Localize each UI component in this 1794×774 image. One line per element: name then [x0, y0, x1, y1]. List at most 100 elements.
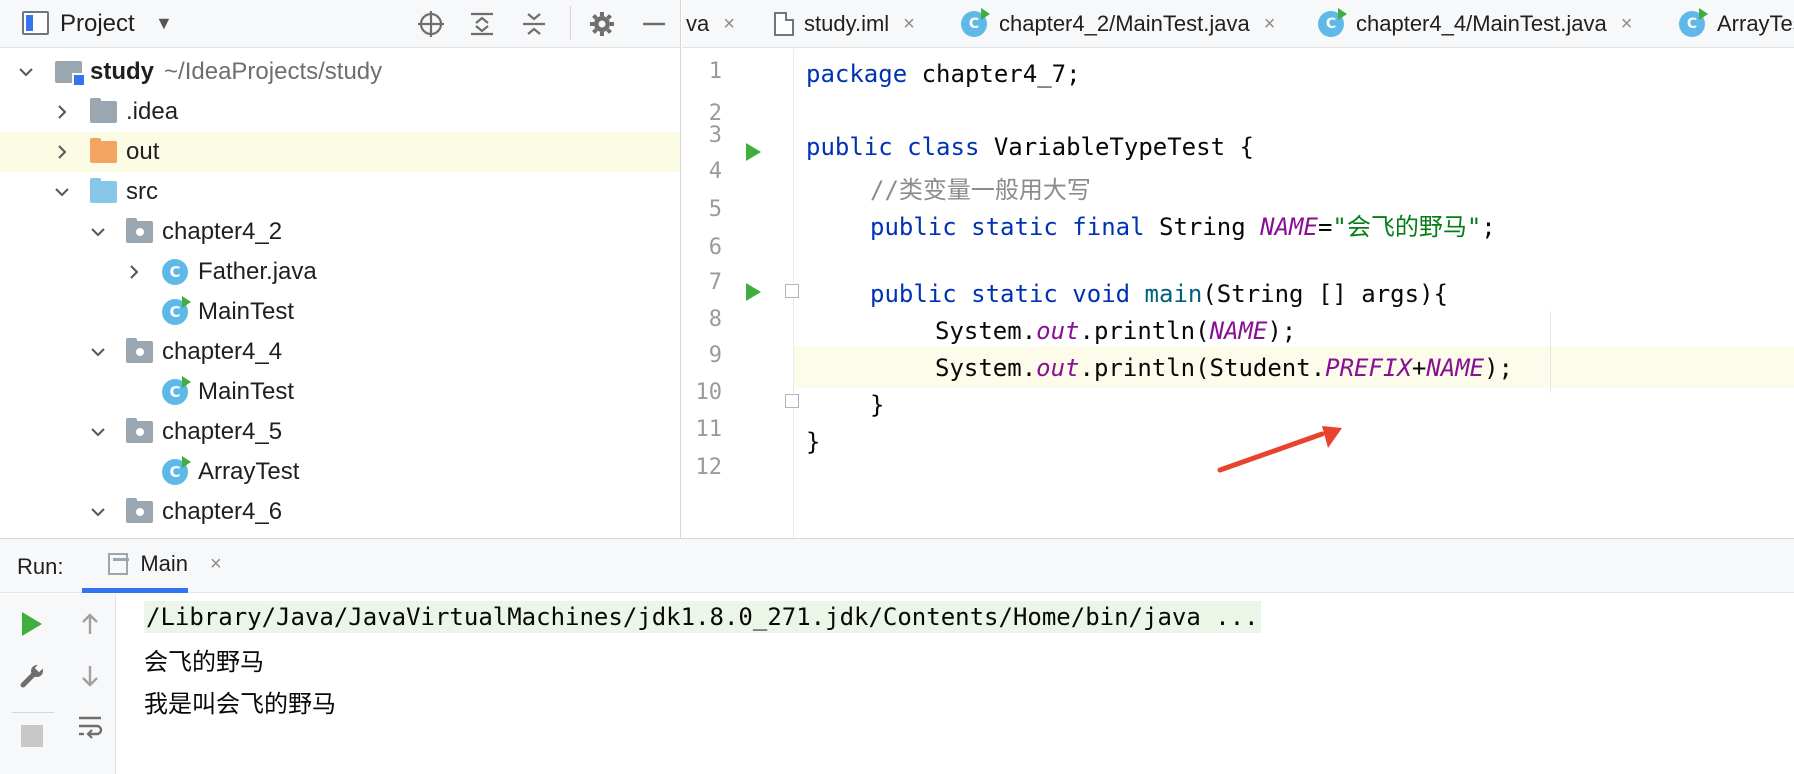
- line-number: 12: [695, 455, 723, 480]
- tree-row-arraytest[interactable]: C ArrayTest: [0, 452, 680, 492]
- package-icon: [126, 218, 153, 243]
- toolbar-divider: [570, 6, 571, 40]
- locate-file-icon[interactable]: [413, 6, 449, 42]
- tree-item-label: chapter4_2: [162, 218, 283, 245]
- line-number: 9: [708, 343, 722, 368]
- chevron-right-icon[interactable]: [52, 142, 72, 162]
- indent-guide: [1550, 311, 1551, 393]
- chevron-down-icon[interactable]: [16, 62, 36, 82]
- code-token: =: [1317, 213, 1333, 241]
- editor-tab[interactable]: va ×: [686, 0, 735, 47]
- rerun-icon[interactable]: [14, 606, 50, 642]
- line-number: 1: [708, 59, 722, 84]
- close-icon[interactable]: ×: [903, 13, 915, 36]
- keyword-token: public class: [806, 133, 980, 161]
- tree-item-label: .idea: [126, 98, 179, 125]
- tab-label: ArrayTes: [1717, 11, 1794, 36]
- collapse-all-icon[interactable]: [516, 6, 552, 42]
- runnable-class-icon: C: [162, 296, 191, 325]
- chevron-down-icon[interactable]: ▼: [155, 13, 173, 34]
- chevron-right-icon[interactable]: [124, 262, 144, 282]
- root-module-path: ~/IdeaProjects/study: [164, 58, 383, 85]
- tree-item-label: MainTest: [198, 298, 295, 325]
- line-number: 6: [708, 235, 722, 260]
- tree-row-src[interactable]: src: [0, 172, 680, 212]
- run-panel-title: Run:: [17, 554, 64, 579]
- editor-tab[interactable]: study.iml ×: [774, 0, 915, 47]
- code-token: String: [1144, 213, 1261, 241]
- code-token: );: [1267, 317, 1297, 345]
- expand-all-icon[interactable]: [464, 6, 500, 42]
- close-icon[interactable]: ×: [1621, 13, 1633, 36]
- editor-gutter[interactable]: 1 2 3 4 5 6 7 8 9 10 11 12: [682, 49, 799, 538]
- line-number: 11: [695, 417, 723, 442]
- runnable-class-icon: C: [162, 456, 191, 485]
- tab-label: chapter4_2/MainTest.java: [999, 11, 1250, 36]
- constant-token: NAME: [1426, 354, 1485, 382]
- console-command-line: /Library/Java/JavaVirtualMachines/jdk1.8…: [144, 601, 1261, 633]
- fold-marker-icon[interactable]: [785, 394, 799, 408]
- tree-row-chapter4-6[interactable]: chapter4_6: [0, 492, 680, 532]
- console-output-line: 我是叫会飞的野马: [144, 690, 336, 718]
- close-icon[interactable]: ×: [1264, 13, 1276, 36]
- tree-row-chapter4-5[interactable]: chapter4_5: [0, 412, 680, 452]
- editor-tab[interactable]: C chapter4_2/MainTest.java ×: [961, 0, 1276, 47]
- line-number: 4: [708, 159, 722, 184]
- code-token: VariableTypeTest {: [979, 133, 1254, 161]
- chevron-down-icon[interactable]: [52, 182, 72, 202]
- chevron-right-icon[interactable]: [52, 102, 72, 122]
- code-token: chapter4_7;: [907, 60, 1081, 88]
- runnable-class-icon: C: [162, 376, 191, 405]
- root-module-name: study: [90, 58, 155, 85]
- package-icon: [126, 338, 153, 363]
- chevron-down-icon[interactable]: [88, 422, 108, 442]
- source-folder-icon: [90, 178, 117, 203]
- run-config-tab[interactable]: Main: [82, 539, 188, 593]
- chevron-down-icon[interactable]: [88, 502, 108, 522]
- editor-tab[interactable]: C ArrayTes: [1679, 0, 1794, 47]
- line-number: 5: [708, 197, 722, 222]
- code-token: .println(Student.: [1079, 354, 1326, 382]
- arrow-down-icon[interactable]: [72, 658, 108, 694]
- run-main-icon[interactable]: [746, 283, 761, 301]
- tree-row-idea[interactable]: .idea: [0, 92, 680, 132]
- line-number: 3: [708, 123, 722, 148]
- tree-item-label: Father.java: [198, 258, 317, 285]
- hide-panel-icon[interactable]: [636, 6, 672, 42]
- tree-row-chapter4-2[interactable]: chapter4_2: [0, 212, 680, 252]
- tab-label: chapter4_4/MainTest.java: [1356, 11, 1607, 36]
- chevron-down-icon[interactable]: [88, 222, 108, 242]
- run-tab-label: Main: [140, 550, 188, 576]
- tree-row-out[interactable]: out: [0, 132, 680, 172]
- run-toolbar: [0, 594, 116, 774]
- gear-icon[interactable]: [584, 6, 620, 42]
- code-token: ;: [1481, 213, 1496, 241]
- arrow-up-icon[interactable]: [72, 606, 108, 642]
- tree-row-root[interactable]: study ~/IdeaProjects/study: [0, 52, 680, 92]
- close-icon[interactable]: ×: [210, 553, 222, 576]
- editor-tab[interactable]: C chapter4_4/MainTest.java ×: [1318, 0, 1633, 47]
- chevron-down-icon[interactable]: [88, 342, 108, 362]
- editor-tab-bar: va × study.iml × C chapter4_2/MainTest.j…: [682, 0, 1794, 48]
- annotation-arrow: [1217, 426, 1342, 473]
- close-icon[interactable]: ×: [723, 13, 735, 36]
- excluded-folder-icon: [90, 138, 117, 163]
- run-class-icon[interactable]: [746, 143, 761, 161]
- java-class-icon: C: [961, 8, 990, 37]
- soft-wrap-icon[interactable]: [72, 708, 108, 744]
- code-line-9: System.out.println(Student.PREFIX+NAME);: [935, 354, 1513, 382]
- code-line-3: public class VariableTypeTest {: [806, 133, 1254, 161]
- stop-icon[interactable]: [14, 718, 50, 754]
- keyword-token: public static final: [870, 213, 1145, 241]
- constant-token: PREFIX: [1325, 354, 1412, 382]
- project-panel-title[interactable]: Project: [60, 10, 135, 38]
- folder-icon: [90, 98, 117, 123]
- tree-row-maintest[interactable]: C MainTest: [0, 292, 680, 332]
- fold-marker-icon[interactable]: [785, 284, 799, 298]
- code-line-7: public static void main(String [] args){: [870, 280, 1448, 308]
- toolbar-divider: [12, 712, 54, 713]
- wrench-icon[interactable]: [14, 658, 50, 694]
- tree-row-father-java[interactable]: C Father.java: [0, 252, 680, 292]
- tree-row-chapter4-4[interactable]: chapter4_4: [0, 332, 680, 372]
- tree-row-maintest[interactable]: C MainTest: [0, 372, 680, 412]
